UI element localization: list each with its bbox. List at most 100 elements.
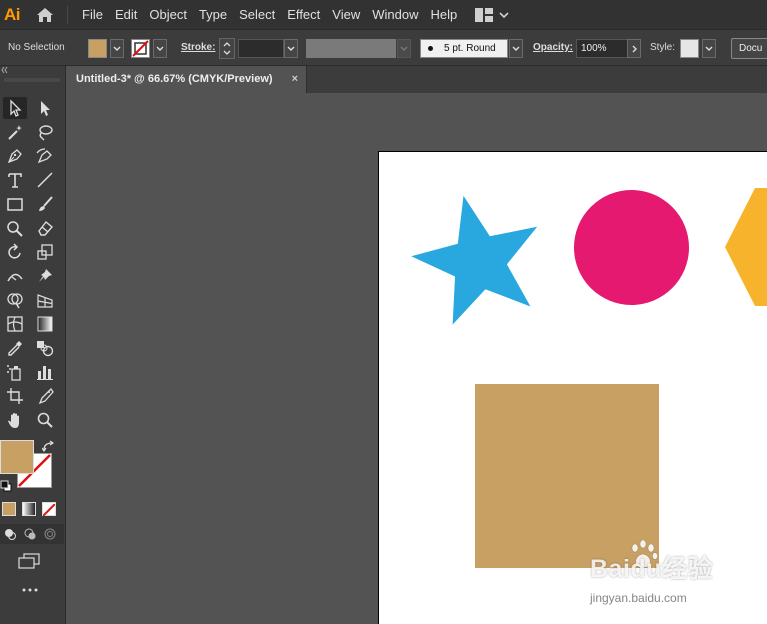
rotate-tool[interactable] <box>3 241 27 263</box>
brush-definition[interactable]: 5 pt. Round <box>420 39 508 58</box>
draw-mode-row <box>0 524 64 544</box>
variable-width-dropdown[interactable] <box>397 39 411 58</box>
pin-icon <box>39 269 52 282</box>
menu-type[interactable]: Type <box>193 0 233 29</box>
shape-builder-icon <box>7 293 23 309</box>
magic-wand-tool[interactable] <box>3 121 27 143</box>
workspace-layout-icon <box>475 7 494 22</box>
tools-panel <box>0 66 66 624</box>
menu-help[interactable]: Help <box>424 0 463 29</box>
artboard-icon <box>7 388 23 404</box>
hexagon-shape[interactable] <box>725 188 767 306</box>
draw-normal-icon[interactable] <box>4 528 16 540</box>
rotate-icon <box>8 243 21 259</box>
menu-file[interactable]: File <box>76 0 109 29</box>
menu-separator <box>67 5 68 24</box>
more-tools-icon[interactable] <box>22 588 38 592</box>
chevron-down-icon <box>287 46 295 51</box>
blend-tool[interactable] <box>33 337 57 359</box>
column-graph-tool[interactable] <box>33 361 57 383</box>
artboard-tool[interactable] <box>3 385 27 407</box>
variable-width-profile[interactable] <box>306 39 396 58</box>
curvature-pen-icon <box>36 148 52 164</box>
selection-tool[interactable] <box>3 97 27 119</box>
opacity-field[interactable]: 100% <box>576 39 628 58</box>
fill-dropdown[interactable] <box>110 39 124 58</box>
shaper-tool[interactable] <box>3 217 27 239</box>
stroke-weight-dropdown[interactable] <box>284 39 298 58</box>
menu-edit[interactable]: Edit <box>109 0 143 29</box>
gradient-tool[interactable] <box>33 313 57 335</box>
stroke-weight-stepper[interactable] <box>219 38 235 59</box>
lasso-tool[interactable] <box>33 121 57 143</box>
gradient-mode-button[interactable] <box>22 502 36 516</box>
draw-behind-icon[interactable] <box>24 528 36 540</box>
curvature-tool[interactable] <box>33 145 57 167</box>
watermark-text: Baidu经验 <box>590 555 713 583</box>
stroke-swatch[interactable] <box>131 39 150 58</box>
default-fill-stroke-icon[interactable] <box>0 480 12 492</box>
paintbrush-tool[interactable] <box>33 193 57 215</box>
rectangle-tool[interactable] <box>3 193 27 215</box>
menu-effect[interactable]: Effect <box>281 0 326 29</box>
panel-grip-icon[interactable] <box>4 78 60 82</box>
slice-tool[interactable] <box>33 385 57 407</box>
free-transform-tool[interactable] <box>33 265 57 287</box>
star-shape[interactable] <box>409 190 549 330</box>
magnifier-icon <box>37 412 53 428</box>
menu-window[interactable]: Window <box>366 0 424 29</box>
watermark-url: jingyan.baidu.com <box>590 591 687 605</box>
eyedropper-tool[interactable] <box>3 337 27 359</box>
menu-view[interactable]: View <box>326 0 366 29</box>
stroke-color-dropdown[interactable] <box>153 39 167 58</box>
draw-inside-icon[interactable] <box>44 528 56 540</box>
eraser-icon <box>38 220 53 236</box>
shaper-icon <box>7 221 23 237</box>
width-tool[interactable] <box>3 265 27 287</box>
magic-wand-icon <box>8 125 22 140</box>
collapse-panel-icon[interactable] <box>1 66 65 74</box>
document-tab[interactable]: Untitled-3* @ 66.67% (CMYK/Preview) × <box>66 66 307 93</box>
watermark: Baidu经验 jingyan.baidu.com <box>588 540 763 610</box>
swap-fill-stroke-icon[interactable] <box>42 440 56 452</box>
mesh-icon <box>7 316 23 332</box>
blend-icon <box>37 341 54 357</box>
menu-object[interactable]: Object <box>143 0 193 29</box>
color-mode-button[interactable] <box>2 502 16 516</box>
mesh-tool[interactable] <box>3 313 27 335</box>
pen-tool[interactable] <box>3 145 27 167</box>
document-setup-button[interactable]: Docu <box>731 38 767 59</box>
stroke-weight-field[interactable] <box>238 39 284 58</box>
graphic-style-swatch[interactable] <box>680 39 699 58</box>
circle-shape[interactable] <box>574 190 689 305</box>
brush-dropdown[interactable] <box>509 39 523 58</box>
opacity-label[interactable]: Opacity: <box>533 42 573 53</box>
stepper-arrows-icon <box>223 42 231 55</box>
home-icon[interactable] <box>35 6 55 24</box>
direct-selection-tool[interactable] <box>33 97 57 119</box>
menu-select[interactable]: Select <box>233 0 281 29</box>
type-icon <box>8 173 22 188</box>
perspective-grid-icon <box>37 294 53 308</box>
shape-builder-tool[interactable] <box>3 289 27 311</box>
arrow-icon <box>10 99 22 117</box>
fill-swatch[interactable] <box>88 39 107 58</box>
zoom-tool[interactable] <box>33 409 57 431</box>
pen-icon <box>7 149 22 164</box>
fill-color-indicator[interactable] <box>0 440 34 474</box>
eraser-tool[interactable] <box>33 217 57 239</box>
hand-tool[interactable] <box>3 409 27 431</box>
stroke-label[interactable]: Stroke: <box>181 42 215 53</box>
close-icon[interactable]: × <box>292 66 298 93</box>
symbol-sprayer-tool[interactable] <box>3 361 27 383</box>
spray-can-icon <box>7 365 21 381</box>
graphic-style-dropdown[interactable] <box>702 39 716 58</box>
screen-mode-icon[interactable] <box>18 553 40 569</box>
opacity-expand[interactable] <box>627 39 641 58</box>
line-segment-tool[interactable] <box>33 169 57 191</box>
perspective-grid-tool[interactable] <box>33 289 57 311</box>
type-tool[interactable] <box>3 169 27 191</box>
scale-tool[interactable] <box>33 241 57 263</box>
workspace-switcher[interactable] <box>475 7 509 22</box>
none-mode-button[interactable] <box>42 502 56 517</box>
